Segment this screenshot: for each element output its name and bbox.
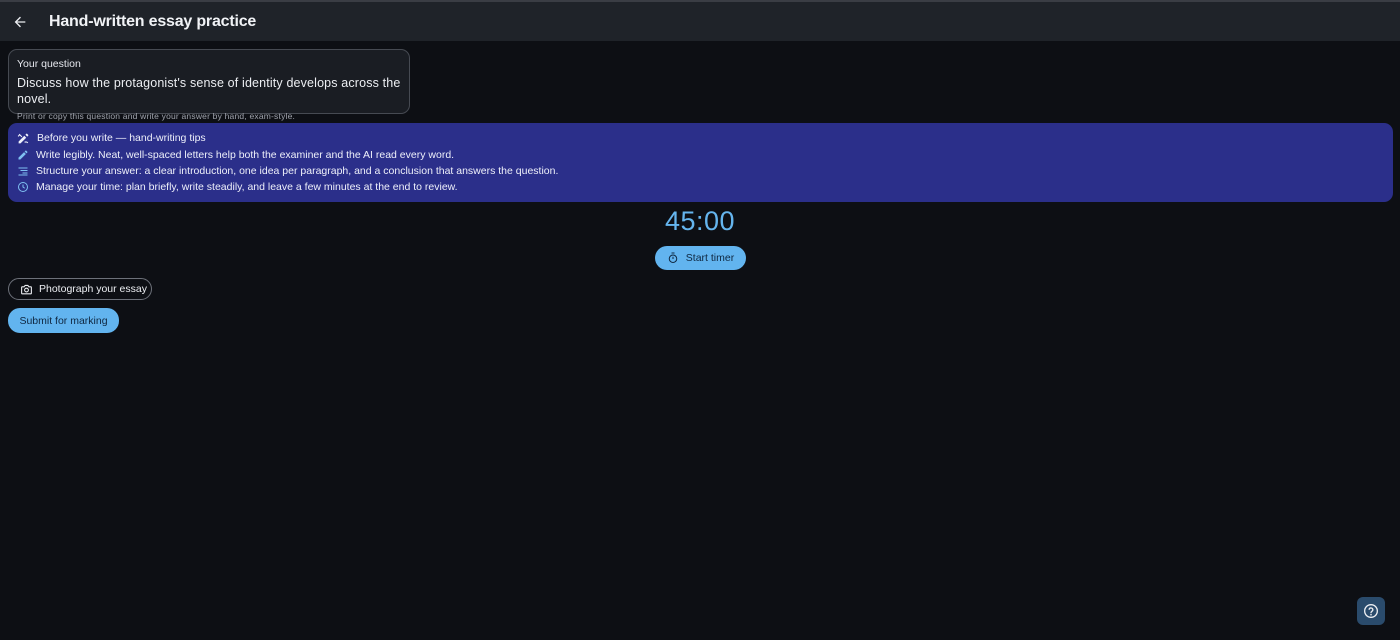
question-text: Discuss how the protagonist's sense of i… [17, 76, 401, 106]
page-title: Hand-written essay practice [49, 12, 257, 30]
app-bar: Hand-written essay practice [0, 2, 1400, 41]
writing-tips-panel: Before you write — hand-writing tips Wri… [8, 123, 1393, 202]
tip-text: Manage your time: plan briefly, write st… [36, 181, 458, 194]
start-timer-label: Start timer [685, 252, 735, 264]
timer-icon [667, 252, 679, 264]
tip-text: Write legibly. Neat, well-spaced letters… [36, 148, 455, 161]
camera-icon [20, 283, 33, 296]
clock-icon [16, 180, 30, 194]
back-button[interactable] [9, 11, 31, 33]
text-lines-icon [16, 164, 30, 178]
tip-item-time: Manage your time: plan briefly, write st… [16, 179, 1385, 195]
photograph-essay-label: Photograph your essay [39, 283, 147, 295]
help-icon [1364, 604, 1378, 618]
help-button[interactable] [1357, 597, 1385, 625]
question-label: Your question [17, 58, 81, 70]
photograph-essay-button[interactable]: Photograph your essay [8, 278, 152, 300]
timer-display: 45:00 [664, 206, 736, 236]
tips-header: Before you write — hand-writing tips [16, 130, 1385, 146]
arrow-left-icon [14, 16, 26, 27]
tip-item-structure: Structure your answer: a clear introduct… [16, 163, 1385, 179]
pencil-icon [16, 148, 30, 162]
question-hint: Print or copy this question and write yo… [17, 111, 296, 121]
tips-header-text: Before you write — hand-writing tips [37, 132, 206, 145]
tip-text: Structure your answer: a clear introduct… [36, 164, 559, 177]
submit-for-marking-button[interactable]: Submit for marking [8, 308, 119, 333]
draw-icon [16, 131, 30, 145]
tip-item-legibility: Write legibly. Neat, well-spaced letters… [16, 146, 1385, 162]
question-card: Your question Discuss how the protagonis… [8, 49, 410, 121]
start-timer-button[interactable]: Start timer [655, 246, 746, 270]
